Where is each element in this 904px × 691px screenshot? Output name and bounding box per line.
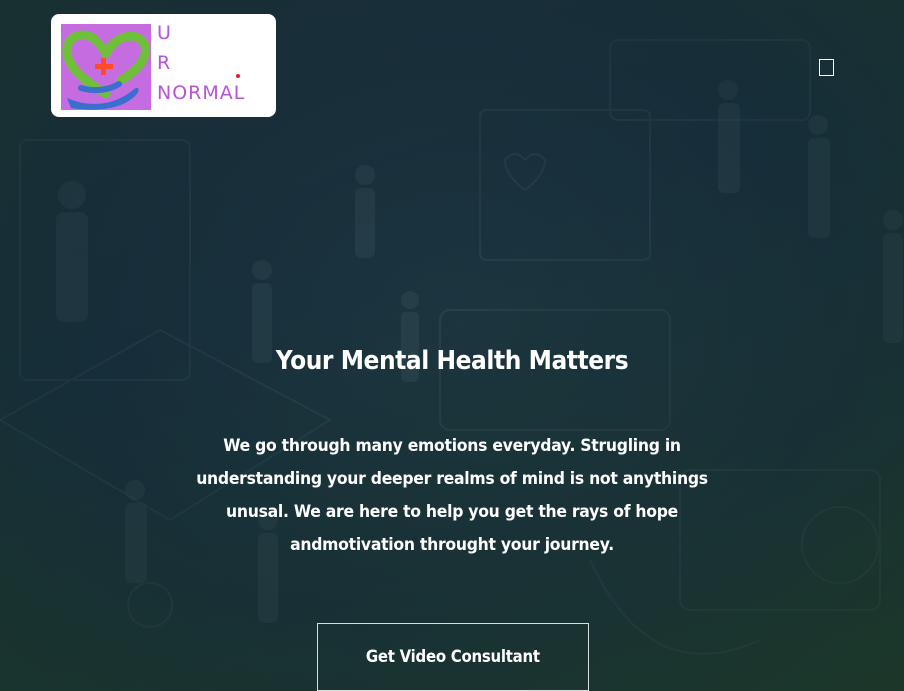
cta-label: Get Video Consultant — [366, 647, 540, 667]
logo-line-1: U — [157, 22, 172, 44]
logo-line-2: R — [157, 52, 172, 74]
logo-dot — [236, 74, 240, 78]
logo-line-3: NORMAL — [157, 82, 246, 104]
get-video-consultant-button[interactable]: Get Video Consultant — [317, 623, 589, 691]
logo-wordmark: U R NORMAL — [157, 18, 245, 108]
hero-description: We go through many emotions everyday. St… — [196, 436, 708, 555]
hero-title: Your Mental Health Matters — [275, 346, 629, 376]
brand-logo[interactable]: U R NORMAL — [51, 14, 276, 117]
heart-hand-icon — [61, 24, 151, 110]
menu-toggle-icon[interactable] — [819, 59, 834, 76]
